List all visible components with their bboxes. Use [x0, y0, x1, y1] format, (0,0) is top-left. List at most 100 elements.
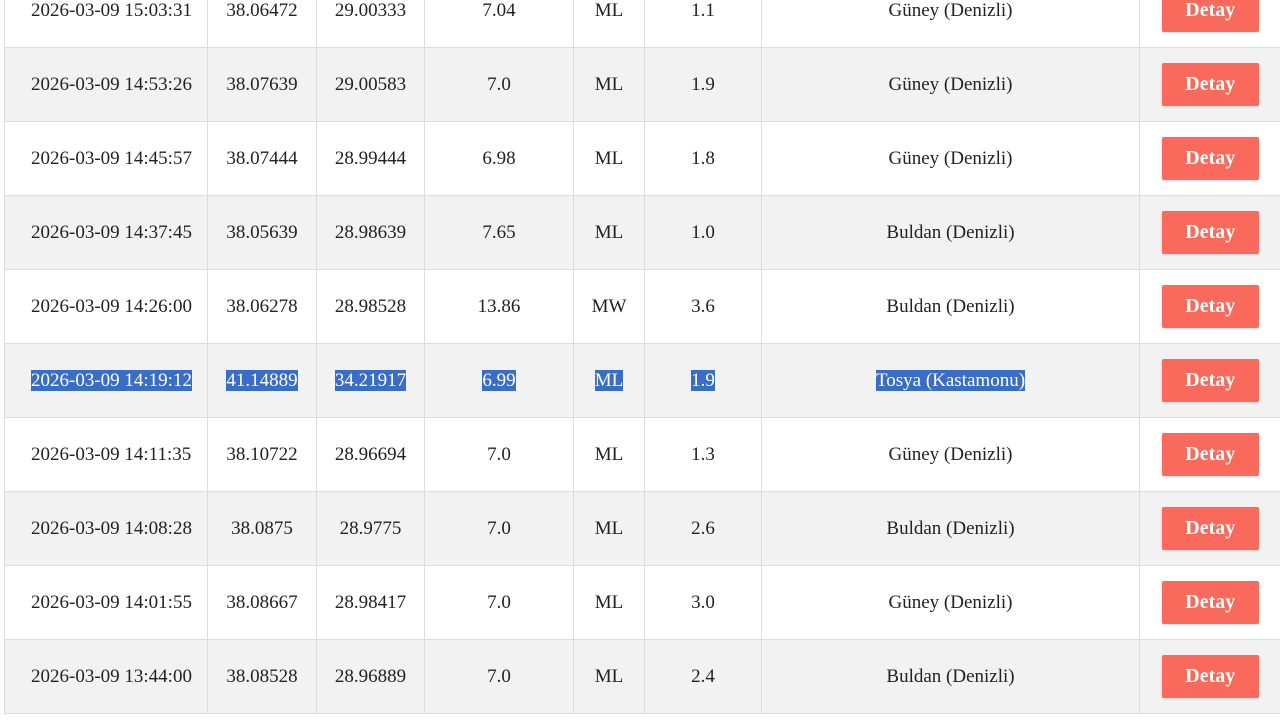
latitude-cell: 38.05639 [207, 195, 317, 270]
magnitude-cell: 1.1 [644, 0, 762, 48]
magnitude: 1.0 [691, 221, 715, 243]
longitude-cell: 28.99444 [316, 121, 425, 196]
magnitude-cell: 1.9 [644, 343, 762, 418]
location-cell: Güney (Denizli) [761, 565, 1140, 640]
latitude: 38.0875 [231, 517, 293, 539]
magnitude: 1.8 [691, 147, 715, 169]
longitude: 28.98417 [334, 591, 407, 613]
latitude-cell: 38.06472 [207, 0, 317, 48]
detay-button[interactable]: Detay [1161, 359, 1259, 402]
depth-cell: 13.86 [424, 269, 574, 344]
detay-button[interactable]: Detay [1161, 285, 1259, 328]
longitude: 28.98639 [334, 221, 407, 243]
depth: 13.86 [477, 295, 521, 317]
action-cell: Detay [1139, 417, 1280, 492]
action-cell: Detay [1139, 195, 1280, 270]
event-time-cell: 2026-03-09 14:08:28 [4, 491, 208, 566]
location: Güney (Denizli) [888, 73, 1013, 95]
latitude-cell: 38.08667 [207, 565, 317, 640]
longitude-cell: 29.00333 [316, 0, 425, 48]
earthquake-table-body: 2026-03-09 15:03:31 38.06472 29.00333 7.04 M… [4, 0, 1280, 714]
detay-button[interactable]: Detay [1161, 63, 1259, 106]
location: Buldan (Denizli) [886, 295, 1015, 317]
longitude: 29.00583 [334, 73, 407, 95]
event-time: 2026-03-09 14:01:55 [31, 591, 192, 613]
depth-cell: 7.0 [424, 565, 574, 640]
detay-button[interactable]: Detay [1161, 433, 1259, 476]
event-time: 2026-03-09 14:37:45 [31, 221, 192, 243]
table-row: 2026-03-09 13:44:00 38.08528 28.96889 7.0 ML… [4, 639, 1280, 714]
latitude-cell: 38.10722 [207, 417, 317, 492]
depth-cell: 6.98 [424, 121, 574, 196]
action-cell: Detay [1139, 491, 1280, 566]
table-row: 2026-03-09 14:08:28 38.0875 28.9775 7.0 ML 2.… [4, 491, 1280, 566]
depth: 7.0 [487, 517, 511, 539]
detay-button[interactable]: Detay [1161, 581, 1259, 624]
magnitude-type-cell: ML [573, 47, 645, 122]
longitude-cell: 34.21917 [316, 343, 425, 418]
event-time-cell: 2026-03-09 14:11:35 [4, 417, 208, 492]
magnitude-cell: 2.4 [644, 639, 762, 714]
detay-button[interactable]: Detay [1161, 211, 1259, 254]
detay-button[interactable]: Detay [1161, 655, 1259, 698]
event-time-cell: 2026-03-09 15:03:31 [4, 0, 208, 48]
location-cell: Buldan (Denizli) [761, 269, 1140, 344]
action-cell: Detay [1139, 639, 1280, 714]
event-time: 2026-03-09 14:45:57 [31, 147, 192, 169]
longitude-cell: 28.9775 [316, 491, 425, 566]
magnitude-type-cell: ML [573, 491, 645, 566]
depth: 7.0 [487, 73, 511, 95]
depth: 6.99 [482, 369, 516, 391]
latitude-cell: 38.0875 [207, 491, 317, 566]
magnitude-type: ML [594, 73, 624, 95]
event-time-cell: 2026-03-09 14:45:57 [4, 121, 208, 196]
magnitude-type-cell: MW [573, 269, 645, 344]
magnitude-type-cell: ML [573, 0, 645, 48]
magnitude-type: ML [594, 0, 624, 21]
event-time: 2026-03-09 14:53:26 [31, 73, 192, 95]
depth-cell: 7.0 [424, 47, 574, 122]
action-cell: Detay [1139, 0, 1280, 48]
magnitude-cell: 3.0 [644, 565, 762, 640]
longitude-cell: 28.98417 [316, 565, 425, 640]
event-time: 2026-03-09 14:11:35 [31, 443, 192, 465]
event-time: 2026-03-09 14:19:12 [31, 369, 192, 391]
location-cell: Buldan (Denizli) [761, 491, 1140, 566]
latitude-cell: 38.07639 [207, 47, 317, 122]
longitude: 28.96694 [334, 443, 407, 465]
location-cell: Buldan (Denizli) [761, 639, 1140, 714]
event-time-cell: 2026-03-09 13:44:00 [4, 639, 208, 714]
depth: 7.0 [487, 443, 511, 465]
table-row: 2026-03-09 14:45:57 38.07444 28.99444 6.98 M… [4, 121, 1280, 196]
longitude: 28.98528 [334, 295, 407, 317]
latitude: 38.08667 [226, 591, 298, 613]
detay-button[interactable]: Detay [1161, 137, 1259, 180]
magnitude: 1.3 [691, 443, 715, 465]
location-cell: Güney (Denizli) [761, 47, 1140, 122]
action-cell: Detay [1139, 269, 1280, 344]
longitude: 28.9775 [339, 517, 402, 539]
magnitude-type: ML [594, 591, 624, 613]
location-cell: Güney (Denizli) [761, 121, 1140, 196]
action-cell: Detay [1139, 47, 1280, 122]
depth-cell: 7.0 [424, 417, 574, 492]
magnitude-type: ML [594, 369, 624, 391]
depth: 7.0 [487, 665, 511, 687]
table-row: 2026-03-09 14:11:35 38.10722 28.96694 7.0 ML… [4, 417, 1280, 492]
latitude: 38.06278 [226, 295, 298, 317]
latitude-cell: 38.06278 [207, 269, 317, 344]
location-cell: Buldan (Denizli) [761, 195, 1140, 270]
event-time: 2026-03-09 15:03:31 [31, 0, 192, 21]
event-time-cell: 2026-03-09 14:26:00 [4, 269, 208, 344]
detay-button[interactable]: Detay [1161, 507, 1259, 550]
magnitude-type-cell: ML [573, 121, 645, 196]
location-cell: Tosya (Kastamonu) [761, 343, 1140, 418]
longitude-cell: 28.96889 [316, 639, 425, 714]
latitude: 41.14889 [226, 369, 298, 391]
magnitude: 1.1 [691, 0, 715, 21]
action-cell: Detay [1139, 121, 1280, 196]
magnitude-type-cell: ML [573, 565, 645, 640]
detay-button[interactable]: Detay [1161, 0, 1259, 32]
depth-cell: 7.65 [424, 195, 574, 270]
magnitude-type-cell: ML [573, 417, 645, 492]
